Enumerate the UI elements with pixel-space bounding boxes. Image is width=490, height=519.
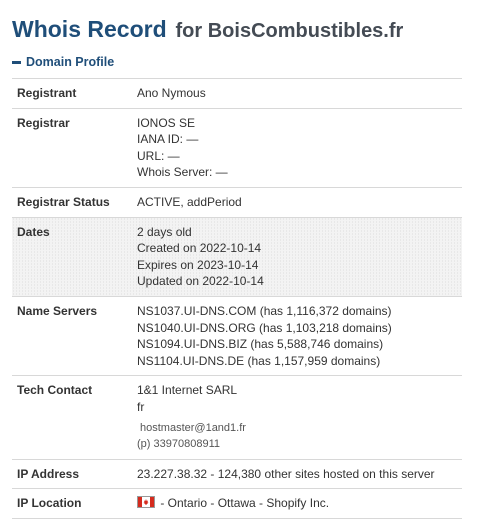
tech-contact-phone-row: (p) 33970808911 bbox=[137, 436, 457, 453]
dates-value: 2 days old Created on 2022-10-14 Expires… bbox=[132, 216, 462, 297]
row-registrar-status: Registrar Status ACTIVE, addPeriod bbox=[12, 186, 462, 218]
registrar-value: IONOS SE IANA ID: — URL: — Whois Server:… bbox=[132, 107, 462, 188]
row-dates: Dates 2 days old Created on 2022-10-14 E… bbox=[12, 216, 462, 297]
name-server-item: NS1104.UI-DNS.DE (has 1,157,959 domains) bbox=[137, 353, 381, 368]
registrar-url: URL: — bbox=[137, 148, 180, 163]
canada-flag-icon bbox=[137, 496, 155, 509]
page-title: Whois Record for BoisCombustibles.fr bbox=[12, 12, 403, 45]
ip-location-label: IP Location bbox=[12, 488, 132, 519]
row-name-servers: Name Servers NS1037.UI-DNS.COM (has 1,11… bbox=[12, 295, 462, 376]
whois-page: Whois Record for BoisCombustibles.fr Dom… bbox=[0, 0, 490, 519]
dates-updated: Updated on 2022-10-14 bbox=[137, 274, 264, 289]
domain-profile-label: Domain Profile bbox=[26, 55, 115, 69]
row-registrant: Registrant Ano Nymous bbox=[12, 78, 462, 109]
name-server-item: NS1037.UI-DNS.COM (has 1,116,372 domains… bbox=[137, 303, 392, 318]
tech-contact-phone: 33970808911 bbox=[153, 438, 220, 451]
domain-profile-toggle[interactable]: Domain Profile bbox=[12, 55, 114, 69]
registrar-iana: IANA ID: — bbox=[137, 132, 199, 147]
tech-contact-label: Tech Contact bbox=[12, 375, 132, 460]
row-registrar: Registrar IONOS SE IANA ID: — URL: — Who… bbox=[12, 107, 462, 188]
name-servers-value: NS1037.UI-DNS.COM (has 1,116,372 domains… bbox=[132, 295, 462, 376]
name-server-item: NS1040.UI-DNS.ORG (has 1,103,218 domains… bbox=[137, 320, 392, 335]
name-servers-label: Name Servers bbox=[12, 295, 132, 376]
registrant-value: Ano Nymous bbox=[132, 78, 462, 109]
minus-icon bbox=[12, 60, 21, 64]
row-ip-address: IP Address 23.227.38.32 - 124,380 other … bbox=[12, 458, 462, 489]
page-title-main: Whois Record bbox=[12, 16, 167, 42]
registrar-name: IONOS SE bbox=[137, 115, 196, 130]
name-server-item: NS1094.UI-DNS.BIZ (has 5,588,746 domains… bbox=[137, 337, 384, 352]
tech-contact-org: 1&1 Internet SARL bbox=[137, 383, 238, 398]
registrar-status-value: ACTIVE, addPeriod bbox=[132, 186, 462, 218]
registrant-label: Registrant bbox=[12, 78, 132, 109]
dates-created: Created on 2022-10-14 bbox=[137, 241, 262, 256]
tech-contact-email: hostmaster@1and1.fr bbox=[140, 421, 246, 434]
row-tech-contact: Tech Contact 1&1 Internet SARL fr hostma… bbox=[12, 375, 462, 460]
ip-address-value: 23.227.38.32 - 124,380 other sites hoste… bbox=[132, 458, 462, 489]
dates-age: 2 days old bbox=[137, 224, 192, 239]
phone-prefix: (p) bbox=[137, 438, 151, 451]
tech-contact-country: fr bbox=[137, 399, 145, 414]
row-ip-location: IP Location - Ontario - Ottawa - Shopify… bbox=[12, 488, 462, 519]
ip-location-value-cell: - Ontario - Ottawa - Shopify Inc. bbox=[132, 488, 462, 519]
registrar-status-label: Registrar Status bbox=[12, 186, 132, 218]
page-title-domain: for BoisCombustibles.fr bbox=[175, 20, 404, 42]
ip-address-label: IP Address bbox=[12, 458, 132, 489]
dates-label: Dates bbox=[12, 216, 132, 297]
registrar-label: Registrar bbox=[12, 107, 132, 188]
tech-contact-value: 1&1 Internet SARL fr hostmaster@1and1.fr… bbox=[132, 375, 462, 460]
ip-location-value: - Ontario - Ottawa - Shopify Inc. bbox=[160, 496, 330, 511]
whois-table: Registrant Ano Nymous Registrar IONOS SE… bbox=[12, 78, 462, 519]
registrar-whois-server: Whois Server: — bbox=[137, 165, 228, 180]
dates-expires: Expires on 2023-10-14 bbox=[137, 257, 259, 272]
